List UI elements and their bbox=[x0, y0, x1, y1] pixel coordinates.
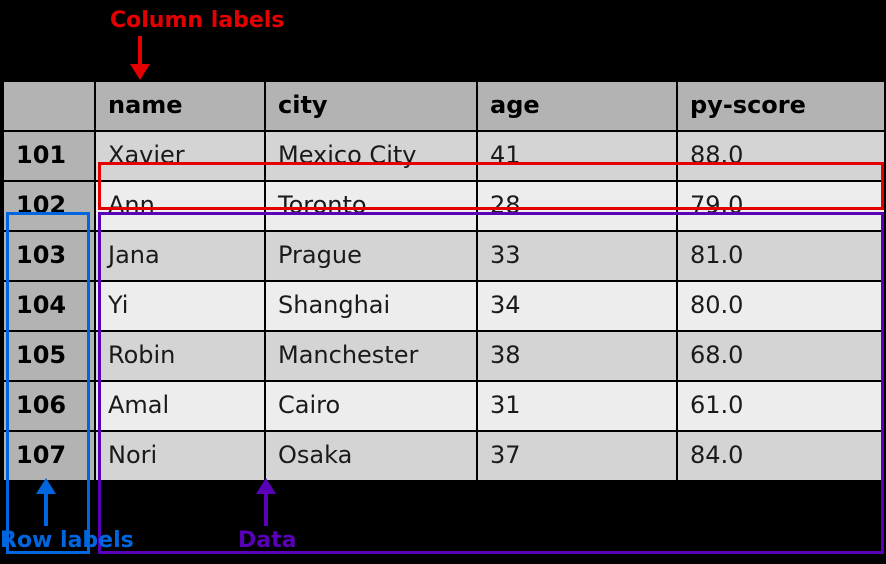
cell-city: Manchester bbox=[265, 331, 477, 381]
cell-city: Toronto bbox=[265, 181, 477, 231]
row-label: 104 bbox=[3, 281, 95, 331]
col-header-pyscore: py-score bbox=[677, 81, 885, 131]
annotation-column-labels: Column labels bbox=[110, 8, 284, 33]
dataframe-table: name city age py-score 101 Xavier Mexico… bbox=[2, 80, 884, 482]
cell-city: Mexico City bbox=[265, 131, 477, 181]
cell-name: Nori bbox=[95, 431, 265, 481]
cell-pyscore: 81.0 bbox=[677, 231, 885, 281]
cell-name: Yi bbox=[95, 281, 265, 331]
row-label: 107 bbox=[3, 431, 95, 481]
table-row: 102 Ann Toronto 28 79.0 bbox=[3, 181, 885, 231]
cell-name: Jana bbox=[95, 231, 265, 281]
cell-pyscore: 61.0 bbox=[677, 381, 885, 431]
cell-age: 41 bbox=[477, 131, 677, 181]
cell-age: 34 bbox=[477, 281, 677, 331]
col-header-city: city bbox=[265, 81, 477, 131]
cell-name: Amal bbox=[95, 381, 265, 431]
cell-pyscore: 79.0 bbox=[677, 181, 885, 231]
row-label: 101 bbox=[3, 131, 95, 181]
cell-age: 28 bbox=[477, 181, 677, 231]
cell-age: 38 bbox=[477, 331, 677, 381]
table-row: 101 Xavier Mexico City 41 88.0 bbox=[3, 131, 885, 181]
annotation-data: Data bbox=[238, 528, 296, 553]
table-row: 103 Jana Prague 33 81.0 bbox=[3, 231, 885, 281]
cell-city: Shanghai bbox=[265, 281, 477, 331]
col-header-age: age bbox=[477, 81, 677, 131]
table-row: 106 Amal Cairo 31 61.0 bbox=[3, 381, 885, 431]
cell-city: Osaka bbox=[265, 431, 477, 481]
cell-city: Cairo bbox=[265, 381, 477, 431]
corner-cell bbox=[3, 81, 95, 131]
annotation-row-labels: Row labels bbox=[0, 528, 134, 553]
row-label: 102 bbox=[3, 181, 95, 231]
row-label: 106 bbox=[3, 381, 95, 431]
cell-city: Prague bbox=[265, 231, 477, 281]
arrow-down-icon bbox=[130, 36, 150, 80]
cell-name: Xavier bbox=[95, 131, 265, 181]
col-header-name: name bbox=[95, 81, 265, 131]
row-label: 103 bbox=[3, 231, 95, 281]
table-row: 107 Nori Osaka 37 84.0 bbox=[3, 431, 885, 481]
table-row: 104 Yi Shanghai 34 80.0 bbox=[3, 281, 885, 331]
cell-name: Robin bbox=[95, 331, 265, 381]
cell-name: Ann bbox=[95, 181, 265, 231]
arrow-up-icon bbox=[256, 478, 276, 526]
table-row: 105 Robin Manchester 38 68.0 bbox=[3, 331, 885, 381]
cell-age: 31 bbox=[477, 381, 677, 431]
cell-pyscore: 68.0 bbox=[677, 331, 885, 381]
row-label: 105 bbox=[3, 331, 95, 381]
cell-age: 33 bbox=[477, 231, 677, 281]
cell-pyscore: 80.0 bbox=[677, 281, 885, 331]
cell-pyscore: 84.0 bbox=[677, 431, 885, 481]
table-header-row: name city age py-score bbox=[3, 81, 885, 131]
cell-age: 37 bbox=[477, 431, 677, 481]
arrow-up-icon bbox=[36, 478, 56, 526]
cell-pyscore: 88.0 bbox=[677, 131, 885, 181]
